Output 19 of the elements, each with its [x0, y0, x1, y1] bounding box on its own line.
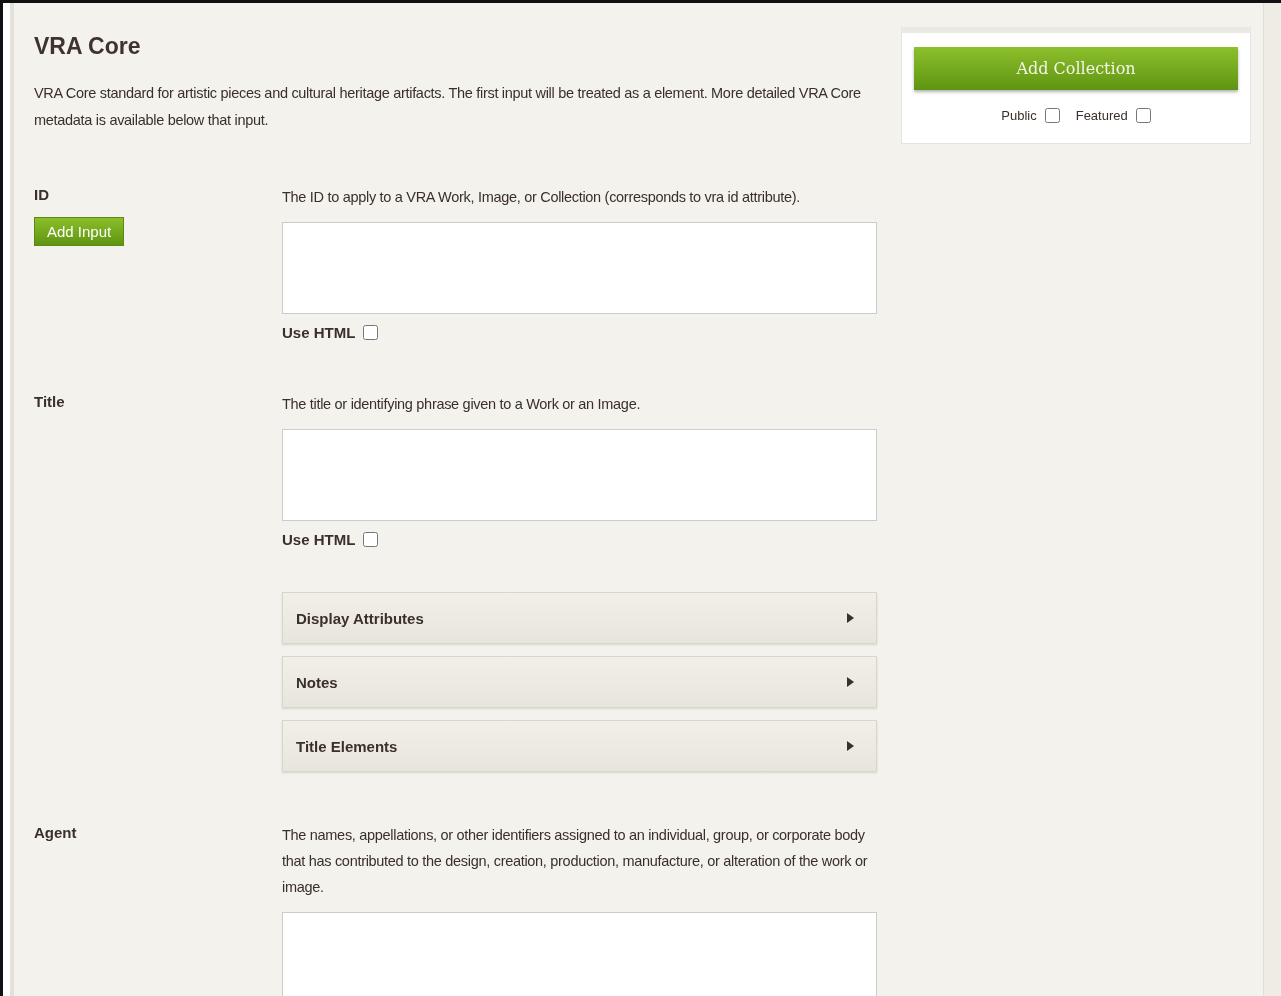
- field-description: The names, appellations, or other identifiers assigned to an individual, group, or corporate body that has contributed to the design, creation, production, manufacture, or alteration of the work or image.: [282, 826, 869, 897]
- accordion-header[interactable]: Display Attributes: [282, 592, 877, 644]
- field-label: Title: [34, 393, 66, 410]
- field-label: Agent: [34, 824, 78, 841]
- option-checkbox[interactable]: [1135, 108, 1151, 123]
- accordion-header[interactable]: Notes: [282, 656, 877, 708]
- field-label: ID: [34, 186, 50, 203]
- use-html-label: Use HTML: [282, 324, 356, 341]
- section-title: VRA Core: [34, 33, 142, 60]
- section-description: VRA Core standard for artistic pieces and cultural heritage artifacts. The first input will be treated as a element. More detailed VRA Core metadata is available below that input.: [34, 84, 862, 130]
- field-description: The ID to apply to a VRA Work, Image, or Collection (corresponds to vra id attribute).: [282, 188, 801, 207]
- option-checkbox[interactable]: [1044, 108, 1060, 123]
- use-html-checkbox[interactable]: [363, 325, 379, 340]
- option-label: Public: [1001, 108, 1037, 123]
- use-html-label: Use HTML: [282, 531, 356, 548]
- option-label: Featured: [1075, 108, 1128, 123]
- use-html-checkbox[interactable]: [363, 532, 379, 547]
- accordion-header[interactable]: Title Elements: [282, 720, 877, 772]
- field-description: The title or identifying phrase given to a Work or an Image.: [282, 395, 642, 414]
